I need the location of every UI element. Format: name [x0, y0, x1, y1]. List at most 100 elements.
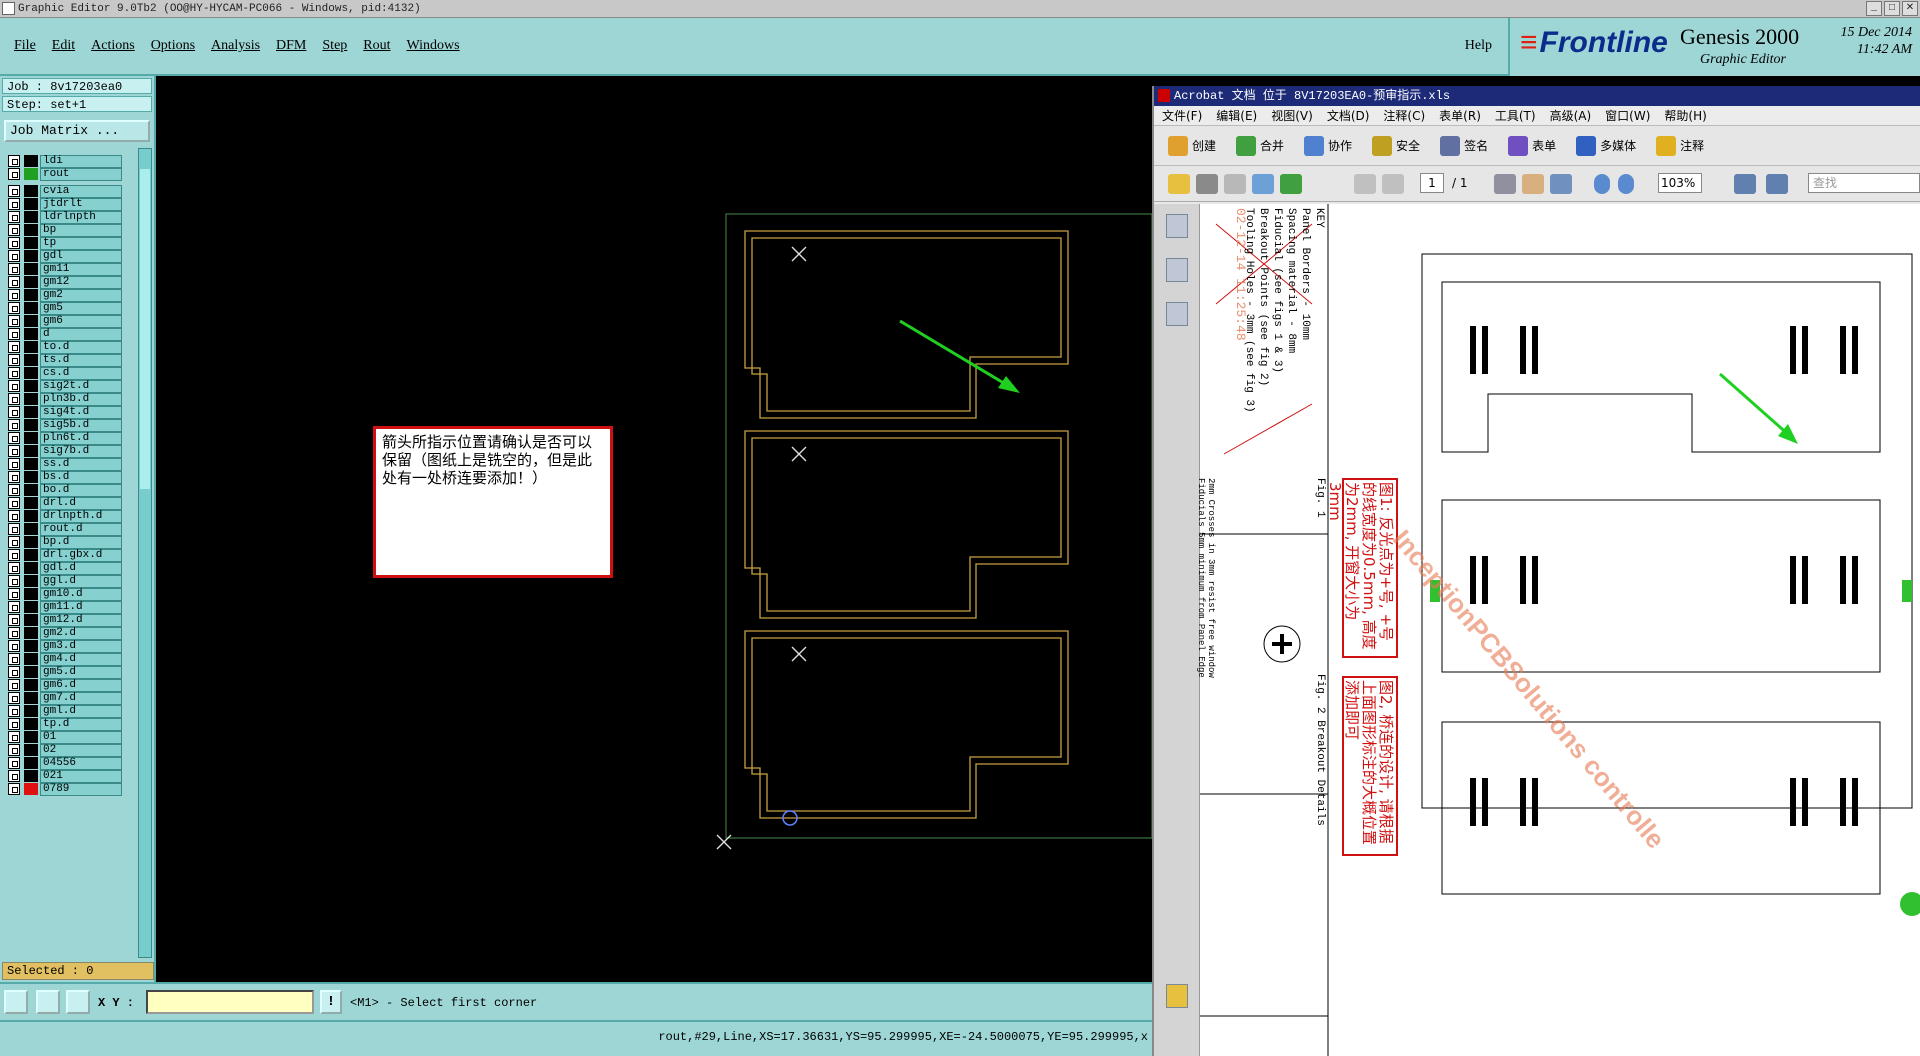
layer-name[interactable]: tp [40, 236, 122, 250]
layer-color-swatch[interactable] [24, 380, 38, 392]
acrobat-menu-item[interactable]: 表单(R) [1439, 106, 1481, 125]
layer-checkbox[interactable] [8, 250, 20, 262]
layer-checkbox[interactable] [8, 276, 20, 288]
layer-color-swatch[interactable] [24, 653, 38, 665]
layer-name[interactable]: d [40, 327, 122, 341]
layer-name[interactable]: gml.d [40, 704, 122, 718]
layer-color-swatch[interactable] [24, 718, 38, 730]
layer-name[interactable]: gm11 [40, 262, 122, 276]
layer-checkbox[interactable] [8, 601, 20, 613]
layer-row[interactable]: gm6 [4, 314, 124, 328]
layer-row[interactable]: drlnpth.d [4, 509, 124, 523]
layer-row[interactable]: tp [4, 236, 124, 250]
layer-row[interactable]: 01 [4, 730, 124, 744]
layer-row[interactable]: bp [4, 223, 124, 237]
layer-color-swatch[interactable] [24, 367, 38, 379]
layer-checkbox[interactable] [8, 757, 20, 769]
warning-icon[interactable]: ! [320, 990, 342, 1014]
layer-row[interactable]: gm4.d [4, 652, 124, 666]
layer-checkbox[interactable] [8, 510, 20, 522]
layer-row[interactable]: gm2.d [4, 626, 124, 640]
page-number-input[interactable]: 1 [1420, 173, 1444, 193]
layer-name[interactable]: drl.d [40, 496, 122, 510]
layer-row[interactable]: gm3.d [4, 639, 124, 653]
layer-row[interactable]: sig7b.d [4, 444, 124, 458]
layer-name[interactable]: gm10.d [40, 587, 122, 601]
layer-color-swatch[interactable] [24, 601, 38, 613]
acrobat-tool-button[interactable]: 合并 [1236, 135, 1284, 156]
layer-color-swatch[interactable] [24, 731, 38, 743]
layer-row[interactable]: gm7.d [4, 691, 124, 705]
layer-checkbox[interactable] [8, 224, 20, 236]
layer-color-swatch[interactable] [24, 406, 38, 418]
layer-color-swatch[interactable] [24, 168, 38, 180]
layer-row[interactable]: gm6.d [4, 678, 124, 692]
layer-row[interactable]: 021 [4, 769, 124, 783]
layer-checkbox[interactable] [8, 497, 20, 509]
layer-scrollbar[interactable] [138, 148, 152, 958]
layer-checkbox[interactable] [8, 419, 20, 431]
zoom-level[interactable]: 103% [1658, 173, 1702, 193]
layer-name[interactable]: 021 [40, 769, 122, 783]
layer-row[interactable]: cvia [4, 184, 124, 198]
layer-row[interactable]: ldrlnpth [4, 210, 124, 224]
layer-row[interactable]: gm2 [4, 288, 124, 302]
layer-checkbox[interactable] [8, 432, 20, 444]
open-icon[interactable] [1168, 174, 1190, 194]
layer-checkbox[interactable] [8, 679, 20, 691]
layer-checkbox[interactable] [8, 354, 20, 366]
layer-color-swatch[interactable] [24, 393, 38, 405]
layer-name[interactable]: ldrlnpth [40, 210, 122, 224]
acrobat-tool-button[interactable]: 创建 [1168, 135, 1216, 156]
layer-name[interactable]: gdl [40, 249, 122, 263]
layer-name[interactable]: gm2 [40, 288, 122, 302]
layer-name[interactable]: gm6 [40, 314, 122, 328]
layer-name[interactable]: gm2.d [40, 626, 122, 640]
measure-icon[interactable] [36, 990, 60, 1014]
layer-name[interactable]: cvia [40, 184, 122, 198]
menu-dfm[interactable]: DFM [276, 38, 306, 54]
xy-input[interactable] [146, 990, 314, 1014]
layer-row[interactable]: 04556 [4, 756, 124, 770]
save-icon[interactable] [1224, 174, 1246, 194]
layer-color-swatch[interactable] [24, 432, 38, 444]
layer-name[interactable]: sig5b.d [40, 418, 122, 432]
layer-checkbox[interactable] [8, 185, 20, 197]
layer-row[interactable]: tp.d [4, 717, 124, 731]
layer-color-swatch[interactable] [24, 523, 38, 535]
layer-row[interactable]: gml.d [4, 704, 124, 718]
layer-color-swatch[interactable] [24, 757, 38, 769]
layer-row[interactable]: rout.d [4, 522, 124, 536]
layer-color-swatch[interactable] [24, 211, 38, 223]
layer-color-swatch[interactable] [24, 614, 38, 626]
layer-color-swatch[interactable] [24, 276, 38, 288]
layer-color-swatch[interactable] [24, 497, 38, 509]
acrobat-tool-button[interactable]: 协作 [1304, 135, 1352, 156]
graphic-canvas[interactable]: 箭头所指示位置请确认是否可以保留（图纸上是铣空的，但是此处有一处桥连要添加！） [156, 76, 1152, 982]
menu-rout[interactable]: Rout [363, 38, 390, 54]
find-input[interactable]: 查找 [1808, 173, 1920, 193]
layer-row[interactable]: drl.d [4, 496, 124, 510]
layer-color-swatch[interactable] [24, 458, 38, 470]
layer-row[interactable]: drl.gbx.d [4, 548, 124, 562]
layer-row[interactable]: bo.d [4, 483, 124, 497]
layer-row[interactable]: gdl.d [4, 561, 124, 575]
layer-name[interactable]: gm5 [40, 301, 122, 315]
layer-name[interactable]: gm12 [40, 275, 122, 289]
menu-windows[interactable]: Windows [407, 38, 460, 54]
layer-checkbox[interactable] [8, 744, 20, 756]
layer-checkbox[interactable] [8, 653, 20, 665]
layer-color-swatch[interactable] [24, 289, 38, 301]
layer-color-swatch[interactable] [24, 640, 38, 652]
layer-checkbox[interactable] [8, 536, 20, 548]
layer-checkbox[interactable] [8, 731, 20, 743]
layer-name[interactable]: tp.d [40, 717, 122, 731]
layer-checkbox[interactable] [8, 562, 20, 574]
layer-checkbox[interactable] [8, 328, 20, 340]
layer-checkbox[interactable] [8, 627, 20, 639]
acrobat-menu-item[interactable]: 编辑(E) [1216, 106, 1257, 125]
fit-width-icon[interactable] [1766, 174, 1788, 194]
layer-row[interactable]: bs.d [4, 470, 124, 484]
acrobat-tool-button[interactable]: 签名 [1440, 135, 1488, 156]
layer-color-swatch[interactable] [24, 510, 38, 522]
